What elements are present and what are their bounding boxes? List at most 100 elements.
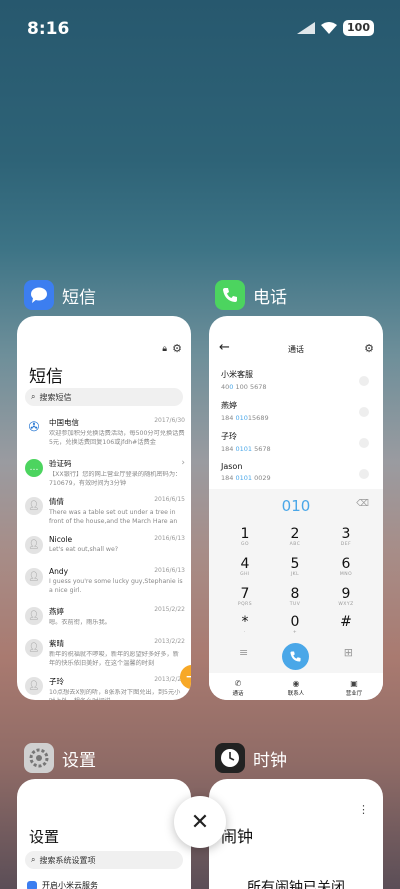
search-icon: ⌕ (31, 855, 36, 864)
search-input[interactable]: ⌕ 搜索短信 (25, 388, 183, 406)
key-digit: 3 (341, 526, 351, 542)
avatar: 👤︎ (25, 536, 43, 554)
dial-key[interactable]: 1 GO (220, 526, 270, 547)
message-sender: 燕婷 (49, 607, 64, 616)
lock-icon[interactable]: 🔒︎ (162, 344, 167, 354)
key-digit: 8 (290, 586, 300, 602)
clear-all-button[interactable]: ✕ (174, 796, 226, 848)
contact-detail-button[interactable] (359, 376, 369, 386)
status-bar: 8:16 100 (0, 0, 400, 56)
number-part: 0029 (252, 474, 271, 482)
key-letters: + (292, 630, 298, 635)
avatar: 👤︎ (25, 607, 43, 625)
message-item[interactable]: … 验证码 › 【XX银行】您的网上营业厅登录的随机密码为：710679，有效时间为3… (25, 458, 185, 496)
gear-icon[interactable]: ⚙ (364, 342, 374, 355)
messages-app-icon (24, 280, 54, 310)
app-header-messages[interactable]: 短信 (24, 280, 96, 310)
settings-app-icon (24, 743, 54, 773)
dial-key[interactable]: 3 DEF (321, 526, 371, 547)
backspace-icon[interactable]: ⌫ (356, 499, 369, 509)
contact-item[interactable]: Jason 184 0101 0029 (221, 462, 373, 492)
key-letters: DEF (340, 542, 352, 547)
tab-calls[interactable]: ✆ 通话 (209, 673, 267, 700)
message-date: 2016/6/13 (154, 535, 185, 542)
dial-key[interactable]: # (321, 614, 371, 630)
contact-number: 184 01015689 (221, 414, 373, 422)
message-item[interactable]: 👤︎ 紫晴 2013/2/22 新年的祝福就不啰唆，新年的愿望好多好多，新年的快乐依旧… (25, 638, 185, 676)
dial-key[interactable]: 0 + (270, 614, 320, 635)
tab-contacts[interactable]: ◉ 联系人 (267, 673, 325, 700)
message-item[interactable]: ✇ 中国电信 2017/6/30 欢迎参加积分兑换话费活动，每500分可兑换话费5元，… (25, 417, 185, 455)
dial-key[interactable]: 6 MNO (321, 556, 371, 577)
search-placeholder: 搜索系统设置项 (39, 855, 96, 865)
menu-icon[interactable]: ≡ (239, 646, 248, 659)
messages-app-card[interactable]: 🔒︎ ⚙ 短信 ⌕ 搜索短信 ✇ 中国电信 2017/6/30 欢迎参加积分兑换话费活… (17, 316, 191, 700)
message-date: 2016/6/13 (154, 567, 185, 574)
tab-service-hall[interactable]: ▣ 营业厅 (325, 673, 383, 700)
clock-app-icon (215, 743, 245, 773)
contact-detail-button[interactable] (359, 438, 369, 448)
dial-key[interactable]: 9 WXYZ (321, 586, 371, 607)
dial-key[interactable]: 7 PQRS (220, 586, 270, 607)
clock-app-card[interactable]: ⋮ 闹钟 所有闹钟已关闭 (209, 779, 383, 889)
verification-icon: … (25, 459, 43, 477)
app-header-settings[interactable]: 设置 (24, 743, 96, 773)
key-letters: GO (240, 542, 250, 547)
phone-app-card[interactable]: ← 通话 ⚙ 小米客服 400 100 5678 燕婷 184 01015689 子玲 1… (209, 316, 383, 700)
phone-icon (290, 651, 301, 662)
contacts-tab-icon: ◉ (292, 679, 300, 688)
avatar: 👤︎ (25, 677, 43, 695)
message-date: 2016/6/15 (154, 496, 185, 503)
contact-detail-button[interactable] (359, 407, 369, 417)
app-header-clock[interactable]: 时钟 (215, 743, 287, 773)
key-digit: 9 (341, 586, 351, 602)
key-letters: ABC (289, 542, 301, 547)
contact-number: 400 100 5678 (221, 383, 373, 391)
key-digit: 7 (240, 586, 250, 602)
settings-title: 设置 (29, 828, 60, 846)
dial-key[interactable]: 5 JKL (270, 556, 320, 577)
message-header: 中国电信 2017/6/30 (49, 417, 185, 428)
phone-tab-bar: ✆ 通话 ◉ 联系人 ▣ 营业厅 (209, 673, 383, 700)
dial-key[interactable]: 8 TUV (270, 586, 320, 607)
settings-search-input[interactable]: ⌕ 搜索系统设置项 (25, 851, 183, 869)
number-part: 184 (221, 414, 236, 422)
alarm-title: 闹钟 (221, 827, 254, 846)
contact-item[interactable]: 子玲 184 0101 5678 (221, 431, 373, 461)
message-header: 子玲 2013/2/22 (49, 676, 185, 687)
message-item[interactable]: 👤︎ 倩倩 2016/6/15 There was a table set out u… (25, 496, 185, 534)
dial-key[interactable]: 2 ABC (270, 526, 320, 547)
key-digit: 2 (290, 526, 300, 542)
message-sender: 紫晴 (49, 639, 64, 648)
message-header: Andy 2016/6/13 (49, 567, 185, 576)
message-text: 中国电信 2017/6/30 欢迎参加积分兑换话费活动，每500分可兑换话费5元，兑… (49, 417, 185, 455)
dialpad-toggle-icon[interactable]: ⊞ (344, 646, 353, 659)
alarm-empty-text: 所有闹钟已关闭 (247, 880, 345, 889)
avatar: 👤︎ (25, 497, 43, 515)
call-button[interactable] (282, 643, 309, 670)
more-icon[interactable]: ⋮ (358, 803, 369, 816)
dial-key[interactable]: 4 GHI (220, 556, 270, 577)
app-header-phone[interactable]: 电话 (215, 280, 287, 310)
app-name-clock: 时钟 (253, 750, 287, 771)
gear-icon[interactable]: ⚙ (172, 342, 182, 355)
dial-key[interactable]: * · (220, 614, 270, 635)
message-item[interactable]: 👤︎ Andy 2016/6/13 I guess you're some lucky… (25, 567, 185, 605)
message-item[interactable]: 👤︎ 子玲2013/2/22 10点想去X别的听，8张系对下图兑出，到5元小时上外，… (25, 676, 185, 700)
contact-item[interactable]: 小米客服 400 100 5678 (221, 369, 373, 399)
settings-app-card[interactable]: 设置 ⌕ 搜索系统设置项 开启小米云服务 (17, 779, 191, 889)
number-part: 5678 (252, 445, 271, 453)
contact-number: 184 0101 0029 (221, 474, 373, 482)
key-digit: * (241, 614, 249, 630)
phone-tab-icon: ✆ (234, 679, 242, 688)
message-preview: 嗯。衣前衔，雨乐我。 (49, 619, 111, 626)
message-text: 倩倩 2016/6/15 There was a table set out und… (49, 496, 185, 534)
settings-item-cloud[interactable]: 开启小米云服务 (27, 880, 98, 889)
contact-detail-button[interactable] (359, 469, 369, 479)
status-time: 8:16 (27, 19, 70, 39)
message-header: 验证码 › (49, 458, 185, 469)
app-name-settings: 设置 (62, 750, 96, 771)
contact-item[interactable]: 燕婷 184 01015689 (221, 400, 373, 430)
message-text: Andy 2016/6/13 I guess you're some lucky g… (49, 567, 185, 605)
message-date: 2017/6/30 (154, 417, 185, 424)
